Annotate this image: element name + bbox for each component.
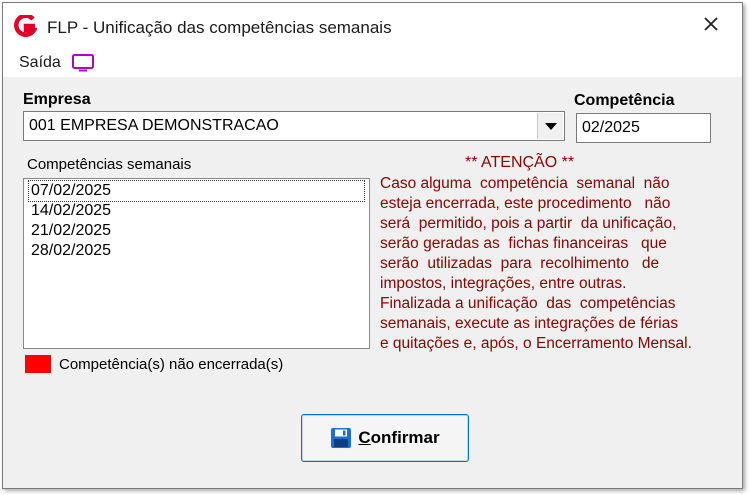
competencia-label: Competência	[574, 92, 675, 109]
attention-text-line: Caso alguma competência semanal não	[380, 175, 670, 192]
weekly-competencies-list[interactable]: 07/02/2025 14/02/2025 21/02/2025 28/02/2…	[23, 178, 370, 349]
empresa-label: Empresa	[23, 91, 91, 108]
app-logo-icon	[14, 15, 37, 37]
menu-bar: Saída	[3, 47, 742, 77]
attention-text-line: esteja encerrada, este procedimento não	[380, 195, 671, 212]
legend-swatch	[25, 355, 51, 373]
list-item[interactable]: 14/02/2025	[29, 201, 111, 221]
attention-text-line: será permitido, pois a partir da unifica…	[380, 215, 677, 232]
attention-text-line: serão utilizadas para recolhimento de	[380, 255, 660, 272]
list-item[interactable]: 21/02/2025	[29, 221, 111, 241]
legend-label: Competência(s) não encerrada(s)	[59, 356, 284, 373]
monitor-icon	[71, 54, 94, 72]
empresa-selected-value: 001 EMPRESA DEMONSTRACAO	[29, 117, 279, 134]
list-item[interactable]: 07/02/2025	[28, 180, 365, 202]
window-title: FLP - Unificação das competências semana…	[47, 18, 392, 37]
attention-text-line: semanais, execute as integrações de féri…	[380, 315, 679, 332]
confirm-button[interactable]: Confirmar	[301, 414, 469, 462]
attention-title: ** ATENÇÃO **	[465, 154, 575, 171]
list-item[interactable]: 28/02/2025	[29, 241, 111, 261]
close-icon[interactable]	[695, 11, 727, 39]
empresa-select[interactable]: 001 EMPRESA DEMONSTRACAO	[23, 111, 565, 141]
weekly-list-label: Competências semanais	[27, 156, 192, 173]
exit-menu-item[interactable]: Saída	[19, 52, 95, 74]
chevron-down-icon	[545, 123, 557, 130]
empresa-dropdown-button[interactable]	[537, 113, 563, 139]
dialog-window: FLP - Unificação das competências semana…	[2, 2, 743, 489]
attention-text-line: Finalizada a unificação das competências	[380, 295, 676, 312]
attention-text-line: impostos, integrações, entre outras.	[380, 275, 627, 292]
title-bar: FLP - Unificação das competências semana…	[3, 3, 742, 47]
confirm-button-label: Confirmar	[358, 428, 440, 447]
attention-text-line: serão geradas as fichas financeiras que	[380, 235, 667, 252]
exit-menu-label: Saída	[19, 54, 61, 71]
save-icon	[331, 428, 352, 448]
attention-text-line: e quitações e, após, o Encerramento Mens…	[380, 335, 692, 352]
competencia-input[interactable]	[576, 113, 711, 143]
